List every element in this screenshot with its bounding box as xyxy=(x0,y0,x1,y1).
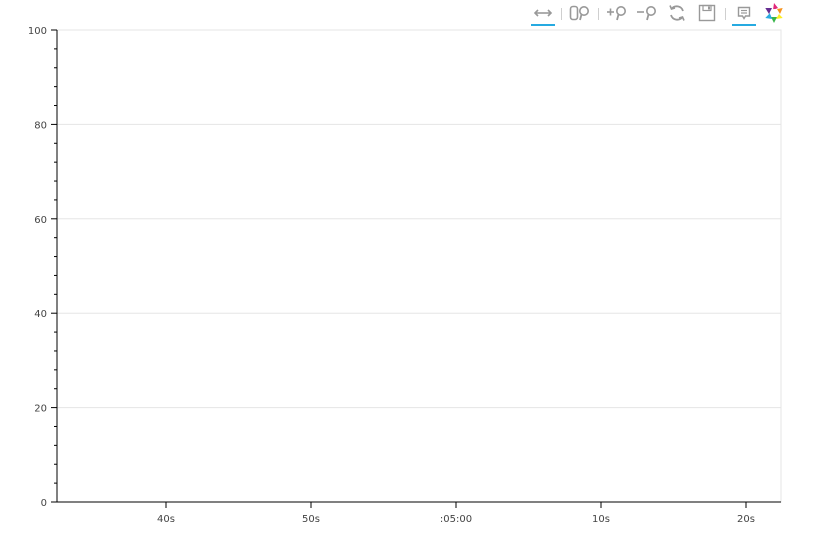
x-axis: 40s 50s :05:00 10s 20s xyxy=(57,501,781,525)
x-tick-label: 50s xyxy=(302,514,320,525)
x-tick-label: 10s xyxy=(592,514,610,525)
x-tick-label: 20s xyxy=(737,514,755,525)
y-tick-label: 60 xyxy=(34,215,47,226)
y-tick-label: 0 xyxy=(41,498,47,509)
x-tick-label: :05:00 xyxy=(440,514,472,525)
y-tick-label: 40 xyxy=(34,309,47,320)
y-tick-label: 20 xyxy=(34,404,47,415)
y-tick-label: 100 xyxy=(28,26,47,37)
x-tick-label: 40s xyxy=(157,514,175,525)
y-axis: 0 20 40 60 80 100 xyxy=(28,26,58,509)
plot-frame xyxy=(56,29,782,503)
y-tick-label: 80 xyxy=(34,120,47,131)
chart[interactable]: 0 20 40 60 80 100 40s 50s :05:00 10s 20s xyxy=(0,0,826,553)
y-grid xyxy=(57,29,781,409)
